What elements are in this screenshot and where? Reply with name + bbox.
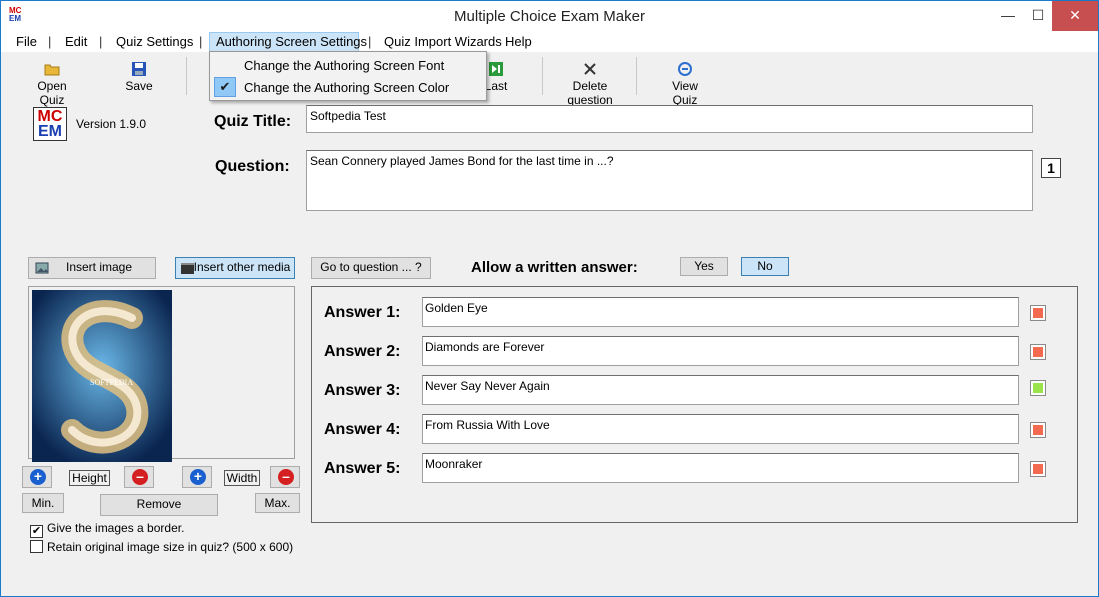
menu-item-change-color[interactable]: Change the Authoring Screen Color (244, 80, 449, 95)
answer-3-label: Answer 3: (324, 382, 401, 399)
title-bar: MC EM Multiple Choice Exam Maker — ☐ ✕ (1, 1, 1098, 32)
width-label: Width (224, 470, 260, 486)
max-button[interactable]: Max. (255, 493, 300, 513)
question-label: Question: (215, 158, 290, 175)
image-icon (35, 262, 49, 274)
answer-5-marker[interactable] (1030, 461, 1046, 477)
answer-5-label: Answer 5: (324, 460, 401, 477)
answer-3-marker[interactable] (1030, 380, 1046, 396)
menu-edit[interactable]: Edit (65, 34, 87, 49)
quiz-title-label: Quiz Title: (214, 113, 292, 130)
min-button[interactable]: Min. (22, 493, 64, 513)
go-to-question-button[interactable]: Go to question ... ? (311, 257, 431, 279)
quiz-title-input[interactable]: Softpedia Test (306, 105, 1033, 133)
height-label: Height (69, 470, 110, 486)
width-decrease-button[interactable]: – (270, 466, 300, 488)
minus-icon: – (132, 469, 148, 485)
toolbar-separator (636, 57, 637, 95)
answers-panel: Answer 1: Golden Eye Answer 2: Diamonds … (311, 286, 1078, 523)
clapperboard-icon (181, 263, 194, 274)
view-quiz-icon (678, 62, 692, 76)
remove-image-button[interactable]: Remove (100, 494, 218, 516)
delete-question-button[interactable]: Delete question (552, 61, 628, 107)
answer-1-marker[interactable] (1030, 305, 1046, 321)
menu-separator: | (199, 34, 203, 49)
written-no-button[interactable]: No (741, 257, 789, 276)
written-yes-button[interactable]: Yes (680, 257, 728, 276)
question-input[interactable]: Sean Connery played James Bond for the l… (306, 150, 1033, 211)
menu-separator: | (48, 34, 52, 49)
menu-bar: File | Edit | Quiz Settings | Authoring … (1, 32, 1098, 52)
minimize-button[interactable]: — (993, 1, 1023, 31)
insert-other-media-button[interactable]: Insert other media (175, 257, 295, 279)
menu-separator: | (368, 34, 372, 49)
border-checkbox[interactable]: ✔ (30, 525, 43, 538)
svg-text:SOFTPEDIA: SOFTPEDIA (90, 378, 133, 387)
toolbar-separator (186, 57, 187, 95)
plus-icon: + (190, 469, 206, 485)
height-increase-button[interactable]: + (22, 466, 52, 488)
window-title: Multiple Choice Exam Maker (454, 8, 645, 25)
width-increase-button[interactable]: + (182, 466, 212, 488)
save-icon (132, 62, 146, 76)
written-answer-label: Allow a written answer: (471, 259, 638, 276)
last-icon (489, 62, 503, 76)
menu-help[interactable]: Help (505, 34, 532, 49)
retain-size-checkbox[interactable] (30, 540, 43, 553)
answer-2-input[interactable]: Diamonds are Forever (422, 336, 1019, 366)
delete-x-icon (584, 63, 596, 75)
answer-4-input[interactable]: From Russia With Love (422, 414, 1019, 444)
view-quiz-button[interactable]: View Quiz (659, 61, 711, 107)
plus-icon: + (30, 469, 46, 485)
version-label: Version 1.9.0 (76, 117, 147, 131)
insert-image-button[interactable]: Insert image (28, 257, 156, 279)
answer-2-marker[interactable] (1030, 344, 1046, 360)
menu-authoring-screen-settings[interactable]: Authoring Screen Settings (216, 34, 367, 49)
answer-3-input[interactable]: Never Say Never Again (422, 375, 1019, 405)
menu-file[interactable]: File (16, 34, 37, 49)
answer-4-label: Answer 4: (324, 421, 401, 438)
answer-5-input[interactable]: Moonraker (422, 453, 1019, 483)
save-button[interactable]: Save (123, 61, 155, 93)
answer-1-input[interactable]: Golden Eye (422, 297, 1019, 327)
maximize-button[interactable]: ☐ (1023, 1, 1053, 31)
question-image: SOFTPEDIA (32, 290, 172, 462)
answer-2-label: Answer 2: (324, 343, 401, 360)
folder-open-icon (44, 64, 60, 76)
menu-item-change-font[interactable]: Change the Authoring Screen Font (244, 58, 444, 73)
retain-size-option[interactable]: Retain original image size in quiz? (500… (30, 540, 293, 554)
close-button[interactable]: ✕ (1052, 1, 1098, 31)
question-number: 1 (1041, 158, 1061, 178)
answer-1-label: Answer 1: (324, 304, 401, 321)
menu-separator: | (99, 34, 103, 49)
image-panel: SOFTPEDIA (28, 286, 295, 462)
open-quiz-button[interactable]: Open Quiz (25, 61, 79, 107)
border-option[interactable]: ✔ Give the images a border. (30, 521, 184, 538)
authoring-settings-dropdown: Change the Authoring Screen Font ✔ Chang… (209, 51, 487, 101)
toolbar-separator (542, 57, 543, 95)
menu-quiz-import-wizards[interactable]: Quiz Import Wizards (384, 34, 502, 49)
checkmark-icon: ✔ (214, 77, 236, 97)
app-logo: MC EM (33, 107, 67, 141)
answer-4-marker[interactable] (1030, 422, 1046, 438)
height-decrease-button[interactable]: – (124, 466, 154, 488)
menu-quiz-settings[interactable]: Quiz Settings (116, 34, 193, 49)
minus-icon: – (278, 469, 294, 485)
